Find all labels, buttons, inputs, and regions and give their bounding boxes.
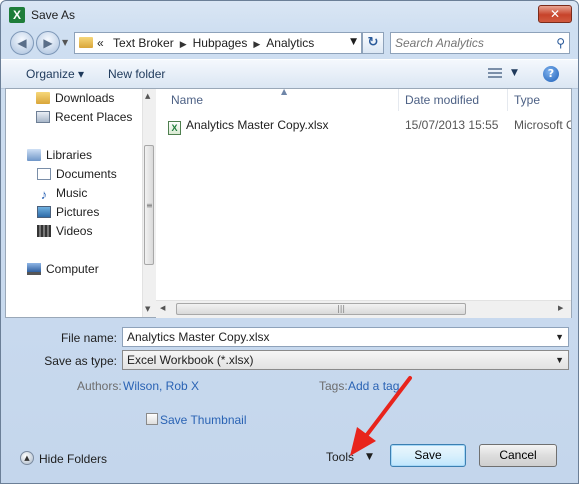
chevron-down-icon[interactable]: ▼ [555, 355, 564, 365]
authors-label: Authors: [77, 379, 122, 393]
file-list-horizontal-scrollbar[interactable]: ◀ ||| ▶ [156, 300, 571, 318]
scroll-up-icon[interactable]: ▲ [145, 92, 150, 100]
file-list: Name ▲ Date modified Type X Analytics Mas… [156, 89, 571, 317]
title-bar[interactable]: X Save As ✕ [1, 1, 578, 29]
chevron-down-icon[interactable]: ▼ [366, 452, 373, 462]
navigation-pane: Downloads Recent Places Libraries Docume… [6, 89, 142, 317]
file-name: Analytics Master Copy.xlsx [186, 118, 329, 132]
save-as-dialog: X Save As ✕ ◀ ▶ ▼ « Text Broker ▶ Hubpages… [0, 0, 579, 484]
chevron-right-icon[interactable]: ▶ [180, 39, 187, 49]
file-date-modified: 15/07/2013 15:55 [405, 118, 499, 132]
navigation-scrollbar[interactable]: ▲ ≡ ▼ [142, 89, 156, 317]
save-thumbnail-label[interactable]: Save Thumbnail [160, 413, 247, 427]
breadcrumb-item[interactable]: Hubpages [193, 36, 248, 50]
address-row: ◀ ▶ ▼ « Text Broker ▶ Hubpages ▶ Analytics ▼… [1, 29, 578, 59]
column-header-type[interactable]: Type [514, 93, 540, 107]
breadcrumb-item[interactable]: Text Broker [113, 36, 174, 50]
back-arrow-icon: ◀ [17, 36, 27, 50]
videos-icon [37, 225, 51, 237]
save-as-type-value: Excel Workbook (*.xlsx) [127, 353, 254, 367]
nav-item-documents[interactable]: Documents [37, 167, 117, 181]
refresh-icon: ↻ [367, 35, 379, 50]
column-header-date-modified[interactable]: Date modified [405, 93, 479, 107]
file-name-value[interactable]: Analytics Master Copy.xlsx [127, 330, 269, 344]
authors-value[interactable]: Wilson, Rob X [123, 379, 199, 393]
save-thumbnail-checkbox[interactable] [146, 413, 158, 425]
search-box[interactable]: ⚲ [390, 32, 570, 54]
help-icon[interactable]: ? [543, 66, 559, 82]
file-name-field[interactable]: Analytics Master Copy.xlsx ▼ [122, 327, 569, 347]
pictures-icon [37, 206, 51, 218]
file-type: Microsoft Office [514, 118, 571, 132]
tools-menu[interactable]: Tools [326, 450, 354, 464]
column-divider[interactable] [507, 89, 508, 111]
nav-item-music[interactable]: ♪ Music [37, 186, 88, 202]
scroll-thumb[interactable]: ||| [176, 303, 466, 315]
close-button[interactable]: ✕ [538, 5, 572, 23]
browser-area: Downloads Recent Places Libraries Docume… [5, 88, 572, 318]
chevron-up-icon[interactable]: ▲ [20, 451, 34, 465]
search-icon[interactable]: ⚲ [556, 36, 565, 50]
refresh-button[interactable]: ↻ [362, 32, 384, 54]
hide-folders-button[interactable]: Hide Folders [39, 452, 107, 466]
documents-icon [37, 168, 51, 180]
folder-icon [36, 92, 50, 104]
nav-item-videos[interactable]: Videos [37, 224, 92, 238]
breadcrumb-overflow[interactable]: « [97, 36, 104, 50]
libraries-icon [27, 149, 41, 161]
organize-menu[interactable]: Organize ▾ [26, 67, 84, 81]
cancel-button[interactable]: Cancel [479, 444, 557, 467]
save-button[interactable]: Save [390, 444, 466, 467]
file-name-label: File name: [60, 331, 117, 345]
nav-item-pictures[interactable]: Pictures [37, 205, 99, 219]
scroll-down-icon[interactable]: ▼ [145, 305, 150, 313]
views-icon[interactable] [488, 68, 502, 79]
nav-item-recent-places[interactable]: Recent Places [36, 110, 132, 124]
search-input[interactable] [395, 35, 545, 51]
file-row[interactable]: X Analytics Master Copy.xlsx [168, 118, 328, 136]
recent-places-icon [36, 111, 50, 123]
sort-ascending-icon: ▲ [281, 89, 288, 96]
breadcrumb-item[interactable]: Analytics [266, 36, 314, 50]
new-folder-button[interactable]: New folder [108, 67, 165, 81]
grip-icon: ||| [337, 304, 346, 313]
back-button[interactable]: ◀ [10, 31, 34, 55]
forward-button[interactable]: ▶ [36, 31, 60, 55]
grip-icon: ≡ [146, 201, 153, 210]
add-tag-link[interactable]: Add a tag [348, 379, 399, 393]
nav-item-libraries[interactable]: Libraries [27, 148, 92, 162]
breadcrumb: « Text Broker ▶ Hubpages ▶ Analytics [97, 36, 314, 50]
scroll-right-icon[interactable]: ▶ [558, 304, 563, 312]
save-as-type-label: Save as type: [44, 354, 117, 368]
computer-icon [27, 263, 41, 275]
chevron-right-icon[interactable]: ▶ [253, 39, 260, 49]
views-dropdown-icon[interactable]: ▼ [511, 68, 518, 78]
nav-item-downloads[interactable]: Downloads [36, 91, 114, 105]
tags-label: Tags: [319, 379, 348, 393]
excel-file-icon: X [168, 121, 181, 135]
excel-app-icon: X [9, 7, 25, 23]
folder-icon [79, 37, 93, 48]
column-divider[interactable] [398, 89, 399, 111]
address-dropdown-icon[interactable]: ▼ [350, 37, 357, 47]
column-header-name[interactable]: Name [171, 93, 203, 107]
window-title: Save As [31, 8, 76, 22]
chevron-down-icon[interactable]: ▼ [555, 332, 564, 342]
forward-arrow-icon: ▶ [43, 36, 53, 50]
recent-locations-dropdown[interactable]: ▼ [62, 38, 68, 47]
save-as-type-select[interactable]: Excel Workbook (*.xlsx) ▼ [122, 350, 569, 370]
music-icon: ♪ [40, 187, 48, 202]
address-bar[interactable]: « Text Broker ▶ Hubpages ▶ Analytics ▼ [74, 32, 362, 54]
command-bar: Organize ▾ New folder ▼ ? [1, 59, 578, 89]
nav-item-computer[interactable]: Computer [27, 262, 99, 276]
scroll-left-icon[interactable]: ◀ [160, 304, 165, 312]
